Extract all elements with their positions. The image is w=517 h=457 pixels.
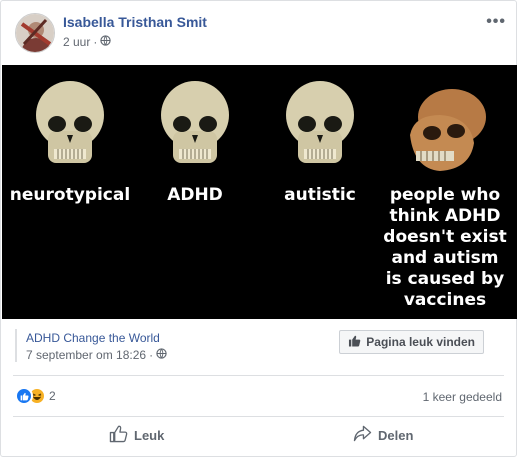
author-name[interactable]: Isabella Tristhan Smit (63, 14, 207, 30)
post-card: Isabella Tristhan Smit 2 uur · ••• neuro… (0, 0, 517, 457)
like-button-label: Leuk (134, 428, 165, 443)
meme-caption: ADHD (167, 185, 223, 205)
like-page-button[interactable]: Pagina leuk vinden (339, 330, 484, 354)
meta-separator: · (93, 35, 98, 49)
more-options-icon[interactable]: ••• (486, 13, 506, 31)
post-header: Isabella Tristhan Smit 2 uur · ••• (1, 1, 516, 65)
globe-icon (100, 35, 112, 49)
share-button[interactable]: Delen (353, 425, 413, 445)
thumbs-up-icon (348, 335, 361, 350)
post-actions: Leuk Delen (1, 419, 516, 455)
human-skull-image (161, 81, 229, 163)
like-reaction-icon (15, 387, 33, 405)
divider (13, 416, 504, 417)
share-button-label: Delen (378, 427, 414, 443)
meme-image[interactable]: neurotypical ADHD autistic people who th… (2, 65, 517, 319)
post-meta: 2 uur · (63, 35, 112, 49)
avatar[interactable] (15, 13, 55, 53)
like-button[interactable]: Leuk (109, 425, 164, 446)
meta-separator: · (149, 348, 154, 362)
like-page-label: Pagina leuk vinden (366, 335, 475, 349)
human-skull-image (36, 81, 104, 163)
shared-date[interactable]: 7 september om 18:26 (26, 348, 146, 362)
divider (13, 375, 504, 376)
reaction-count[interactable]: 2 (49, 389, 56, 403)
meme-caption: people who think ADHD doesn't exist and … (383, 185, 507, 310)
ape-skull-image (410, 89, 486, 171)
shared-source-info: ADHD Change the World 7 september om 18:… (15, 329, 167, 362)
post-time[interactable]: 2 uur (63, 35, 90, 49)
globe-icon (156, 348, 167, 362)
meme-caption: autistic (284, 185, 356, 205)
share-arrow-icon (353, 425, 372, 445)
shared-source: ADHD Change the World 7 september om 18:… (1, 319, 516, 375)
meme-caption: neurotypical (9, 185, 131, 205)
thumbs-up-icon (109, 425, 128, 446)
reaction-summary[interactable]: 2 (15, 387, 56, 405)
page-name-link[interactable]: ADHD Change the World (26, 331, 167, 345)
human-skull-image (286, 81, 354, 163)
share-count[interactable]: 1 keer gedeeld (423, 390, 502, 404)
shared-meta: 7 september om 18:26 · (26, 348, 167, 362)
